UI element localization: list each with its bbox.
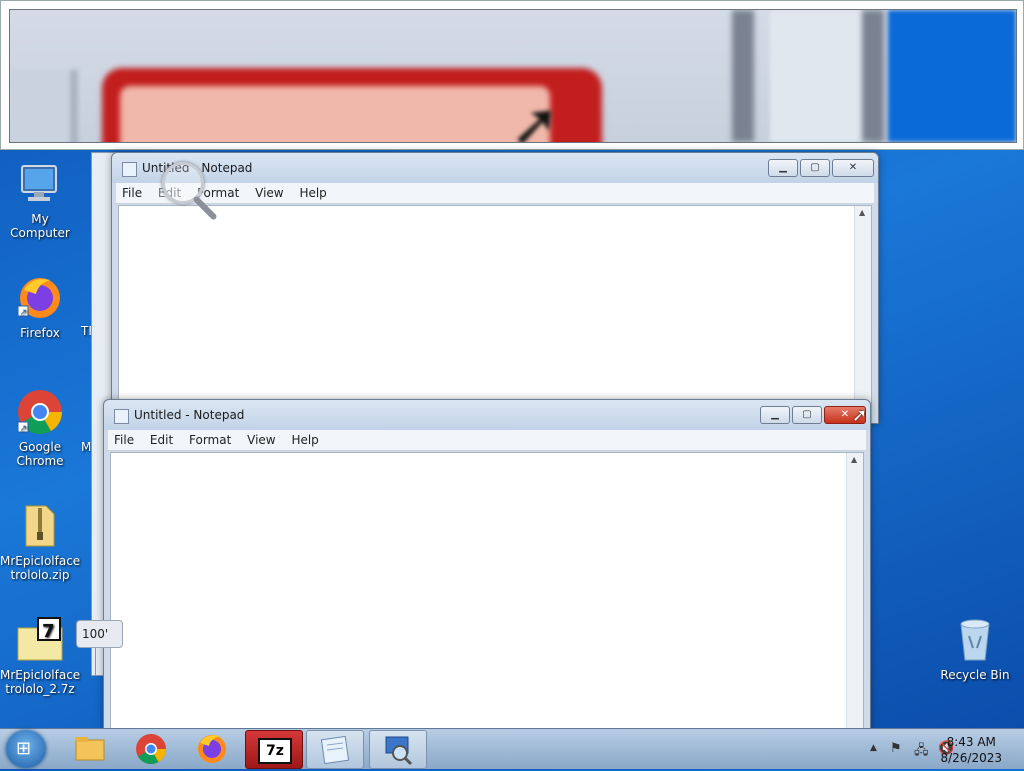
- minimize-icon: ▁: [779, 162, 787, 173]
- clock-time: 8:43 AM: [946, 735, 996, 749]
- zoom-level-badge[interactable]: 100': [76, 620, 123, 648]
- chrome-icon: [136, 734, 166, 765]
- magnified-window-border: [862, 10, 884, 142]
- magnifier-icon: [385, 736, 413, 766]
- firefox-icon: [198, 735, 226, 763]
- recycle-bin-icon: [951, 616, 999, 664]
- 7z-archive-icon: 7: [16, 616, 64, 664]
- taskbar: ⊞ 7z ▲ ⚑ 🖧 🔇 8:43 AM 8/26/2023: [0, 728, 1024, 769]
- magnified-desktop: [888, 10, 1016, 142]
- vertical-scrollbar[interactable]: ▲: [846, 453, 863, 729]
- system-tray: ▲ ⚑ 🖧 🔇 8:43 AM 8/26/2023: [824, 729, 1024, 769]
- desktop-icon-recycle-bin[interactable]: Recycle Bin: [935, 616, 1015, 682]
- maximize-icon: ▢: [802, 409, 812, 420]
- magnified-window-edge: [10, 70, 78, 142]
- magnified-close-button-face: [120, 86, 550, 142]
- desktop-icon-my-computer[interactable]: My Computer: [0, 160, 80, 240]
- notepad-icon: [320, 735, 350, 765]
- taskbar-item-explorer[interactable]: [62, 730, 118, 767]
- close-icon: ✕: [840, 409, 850, 420]
- windows-logo-icon: ⊞: [16, 738, 32, 759]
- network-icon[interactable]: 🖧: [914, 741, 929, 763]
- maximize-button[interactable]: ▢: [800, 159, 830, 177]
- show-hidden-icons-icon[interactable]: ▲: [870, 743, 877, 753]
- desktop-icon-7z-archive[interactable]: 7 MrEpicIolface trololo_2.7z: [0, 616, 80, 696]
- title-bar[interactable]: Untitled - Notepad ▁ ▢ ✕: [112, 153, 878, 183]
- desktop-icon-label: Firefox: [20, 326, 60, 340]
- text-edit-area[interactable]: ▲: [110, 452, 864, 730]
- desktop-icon-firefox[interactable]: ↗ Firefox: [0, 274, 80, 340]
- notepad-icon: [114, 409, 129, 424]
- title-bar[interactable]: Untitled - Notepad ▁ ▢ ✕: [104, 400, 870, 430]
- menu-edit[interactable]: Edit: [144, 430, 179, 450]
- text-edit-area[interactable]: ▲: [118, 205, 872, 423]
- svg-text:↗: ↗: [20, 308, 28, 318]
- menu-view[interactable]: View: [249, 183, 289, 203]
- magnified-cursor-icon: ➚: [510, 90, 561, 143]
- computer-icon: [16, 160, 64, 208]
- magnifier-view-panel: ➚: [0, 0, 1024, 150]
- 7z-icon: 7z: [258, 738, 292, 764]
- taskbar-item-chrome[interactable]: [123, 730, 179, 767]
- desktop-icon-zip-archive[interactable]: MrEpicIolface trololo.zip: [0, 502, 80, 582]
- desktop-icon-label: MrEpicIolface trololo.zip: [0, 554, 81, 582]
- zip-folder-icon: [16, 502, 64, 550]
- taskbar-item-magnifier[interactable]: [369, 730, 427, 769]
- action-center-flag-icon[interactable]: ⚑: [890, 741, 902, 756]
- notepad-icon: [122, 162, 137, 177]
- window-title: Untitled - Notepad: [134, 408, 245, 422]
- menu-help[interactable]: Help: [285, 430, 324, 450]
- desktop-icon-label: MrEpicIolface trololo_2.7z: [0, 668, 81, 696]
- minimize-button[interactable]: ▁: [768, 159, 798, 177]
- menu-file[interactable]: File: [108, 430, 140, 450]
- maximize-button[interactable]: ▢: [792, 406, 822, 424]
- notepad-window-front[interactable]: Untitled - Notepad ▁ ▢ ✕ File Edit Forma…: [103, 399, 871, 731]
- menu-format[interactable]: Format: [183, 430, 237, 450]
- menu-bar: File Edit Format View Help: [116, 183, 874, 204]
- chrome-icon: ↗: [16, 388, 64, 436]
- scroll-up-icon[interactable]: ▲: [859, 208, 865, 217]
- menu-file[interactable]: File: [116, 183, 148, 203]
- folder-icon: [75, 737, 105, 761]
- minimize-button[interactable]: ▁: [760, 406, 790, 424]
- close-button[interactable]: ✕: [832, 159, 874, 177]
- maximize-icon: ▢: [810, 162, 820, 173]
- start-button[interactable]: ⊞: [6, 730, 46, 768]
- desktop-icon-label: My Computer: [10, 212, 70, 240]
- magnified-window-frame: [770, 10, 870, 142]
- minimize-icon: ▁: [771, 409, 779, 420]
- taskbar-item-firefox[interactable]: [184, 730, 240, 767]
- notepad-window-back[interactable]: Untitled - Notepad ▁ ▢ ✕ File Edit Forma…: [111, 152, 879, 424]
- menu-bar: File Edit Format View Help: [108, 430, 866, 451]
- firefox-icon: ↗: [16, 274, 64, 322]
- close-icon: ✕: [848, 162, 858, 173]
- menu-view[interactable]: View: [241, 430, 281, 450]
- partial-desktop-label: M: [81, 440, 92, 454]
- svg-text:7: 7: [42, 621, 55, 642]
- scroll-up-icon[interactable]: ▲: [851, 455, 857, 464]
- clock[interactable]: 8:43 AM 8/26/2023: [940, 734, 1002, 766]
- menu-help[interactable]: Help: [293, 183, 332, 203]
- mouse-cursor-icon: ➚: [852, 405, 868, 426]
- desktop-icon-label: Google Chrome: [16, 440, 64, 468]
- clock-date: 8/26/2023: [940, 751, 1002, 765]
- taskbar-item-7zip[interactable]: 7z: [245, 730, 303, 769]
- desktop-icon-label: Recycle Bin: [940, 668, 1010, 682]
- desktop-icon-google-chrome[interactable]: ↗ Google Chrome: [0, 388, 80, 468]
- magnified-window-border: [732, 10, 754, 142]
- taskbar-item-notepad[interactable]: [306, 730, 364, 769]
- magnified-content: ➚: [9, 9, 1017, 143]
- svg-text:↗: ↗: [20, 424, 28, 434]
- vertical-scrollbar[interactable]: ▲: [854, 206, 871, 422]
